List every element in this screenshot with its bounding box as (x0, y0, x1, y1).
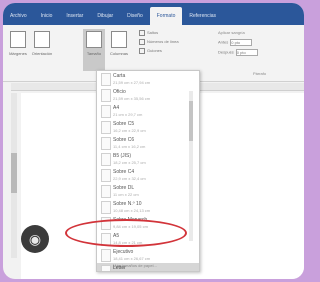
before-label: Antes (218, 39, 229, 45)
breaks-option[interactable]: Saltos (139, 30, 158, 36)
line-numbers-option[interactable]: Números de línea (139, 39, 179, 45)
paper-size-item[interactable]: Oficio 21,59 cm x 35,56 cm (97, 87, 199, 103)
paper-size-dimensions: 11 cm x 22 cm (113, 192, 139, 197)
tab-5[interactable]: Formato (149, 7, 183, 25)
size-icon (86, 31, 102, 48)
tab-2[interactable]: Insertar (59, 7, 90, 25)
indent-label: Aplicar sangría (218, 30, 245, 35)
breaks-checkbox-icon (139, 30, 145, 36)
page-size-icon (101, 121, 111, 134)
page-size-icon (101, 153, 111, 166)
columns-icon (111, 31, 127, 48)
paper-size-dimensions: 22,9 cm x 32,4 cm (113, 176, 146, 181)
tab-6[interactable]: Referencias (182, 7, 223, 25)
paper-size-name: A4 (113, 105, 120, 111)
size-label: Tamaño (86, 51, 102, 56)
vertical-ruler-margin (11, 153, 17, 193)
after-label: Después (218, 49, 234, 55)
paper-size-dimensions: 18,2 cm x 25,7 cm (113, 160, 146, 165)
paper-size-item[interactable]: Sobre C6 11,4 cm x 16,2 cm (97, 135, 199, 151)
paper-size-item[interactable]: Sobre C4 22,9 cm x 32,4 cm (97, 167, 199, 183)
paper-size-name: Carta (113, 73, 126, 79)
paper-size-name: Sobre C4 (113, 169, 135, 175)
paper-size-name: Sobre C6 (113, 137, 135, 143)
margins-icon (10, 31, 26, 48)
paper-size-name: Ejecutivo (113, 249, 134, 255)
paper-size-item[interactable]: Sobre C5 16,2 cm x 22,9 cm (97, 119, 199, 135)
word-window: Archivo Inicio Insertar Dibujar Diseño Format… (3, 3, 304, 279)
breaks-label: Saltos (147, 30, 159, 36)
page-size-icon (101, 249, 111, 262)
hyphenation-option[interactable]: Guiones (139, 48, 162, 54)
paper-size-dimensions: 21 cm x 29,7 cm (113, 112, 143, 117)
before-field[interactable]: 0 pto (230, 39, 253, 46)
margins-label: Márgenes (9, 51, 27, 56)
paper-size-name: Sobre N.º 10 (113, 201, 142, 207)
spacing-before[interactable]: Antes 0 pto (218, 39, 253, 46)
paper-size-item[interactable]: Sobre DL 11 cm x 22 cm (97, 183, 199, 199)
page-size-icon (101, 105, 111, 118)
columns-label: Columnas (109, 51, 128, 56)
orientation-label: Orientación (31, 51, 53, 56)
after-field[interactable]: 0 pto (235, 49, 258, 56)
selection-highlight-ellipse (65, 219, 187, 247)
page-size-icon (101, 73, 111, 86)
page-size-icon (101, 265, 111, 271)
paper-size-dimensions: 10,48 cm x 24,13 cm (113, 208, 151, 213)
page-size-icon (101, 169, 111, 182)
paper-size-name: Sobre DL (113, 185, 135, 191)
paper-size-item[interactable]: Carta 21,59 cm x 27,94 cm (97, 71, 199, 87)
page-size-icon (101, 137, 111, 150)
paper-size-item[interactable]: B5 (JIS) 18,2 cm x 25,7 cm (97, 151, 199, 167)
page-size-icon (101, 89, 111, 102)
orientation-icon (34, 31, 50, 48)
hyphenation-label: Guiones (147, 48, 162, 54)
vertical-ruler (11, 93, 17, 258)
line-numbers-checkbox-icon (139, 39, 145, 45)
hyphenation-checkbox-icon (139, 48, 145, 54)
paper-size-dimensions: 21,59 cm x 35,56 cm (113, 96, 151, 101)
dropdown-scrollbar-thumb[interactable] (189, 101, 193, 141)
size-button[interactable]: Tamaño (83, 29, 105, 71)
page-size-icon (101, 185, 111, 198)
page-size-icon (101, 201, 111, 214)
paper-size-name: B5 (JIS) (113, 153, 132, 159)
orientation-button[interactable]: Orientación (31, 29, 53, 71)
tab-1[interactable]: Inicio (34, 7, 60, 25)
paper-size-dimensions: 18,41 cm x 26,67 cm (113, 256, 151, 261)
paragraph-group-label: Párrafo (253, 71, 267, 76)
paper-size-item[interactable]: Sobre N.º 10 10,48 cm x 24,13 cm (97, 199, 199, 215)
paper-size-item[interactable]: Ejecutivo 18,41 cm x 26,67 cm (97, 247, 199, 263)
dropdown-scrollbar[interactable] (189, 91, 193, 241)
ribbon-tabs: Archivo Inicio Insertar Dibujar Diseño Format… (3, 3, 304, 25)
paper-size-dimensions: 11,4 cm x 16,2 cm (113, 144, 146, 149)
paper-size-name: Sobre C5 (113, 121, 135, 127)
line-numbers-label: Números de línea (147, 39, 179, 45)
columns-button[interactable]: Columnas (108, 29, 130, 71)
more-paper-sizes-link[interactable]: Más tamaños de papel... (113, 263, 157, 268)
paper-size-dimensions: 16,2 cm x 22,9 cm (113, 128, 146, 133)
paper-size-name: Oficio (113, 89, 126, 95)
tab-3[interactable]: Dibujar (90, 7, 120, 25)
paper-size-dimensions: 21,59 cm x 27,94 cm (113, 80, 151, 85)
margins-button[interactable]: Márgenes (7, 29, 29, 71)
spacing-after[interactable]: Después 0 pto (218, 49, 258, 56)
tab-4[interactable]: Diseño (120, 7, 150, 25)
paper-size-item[interactable]: A4 21 cm x 29,7 cm (97, 103, 199, 119)
tab-0[interactable]: Archivo (3, 7, 34, 25)
screenshot-icon[interactable]: ◉ (21, 225, 49, 253)
